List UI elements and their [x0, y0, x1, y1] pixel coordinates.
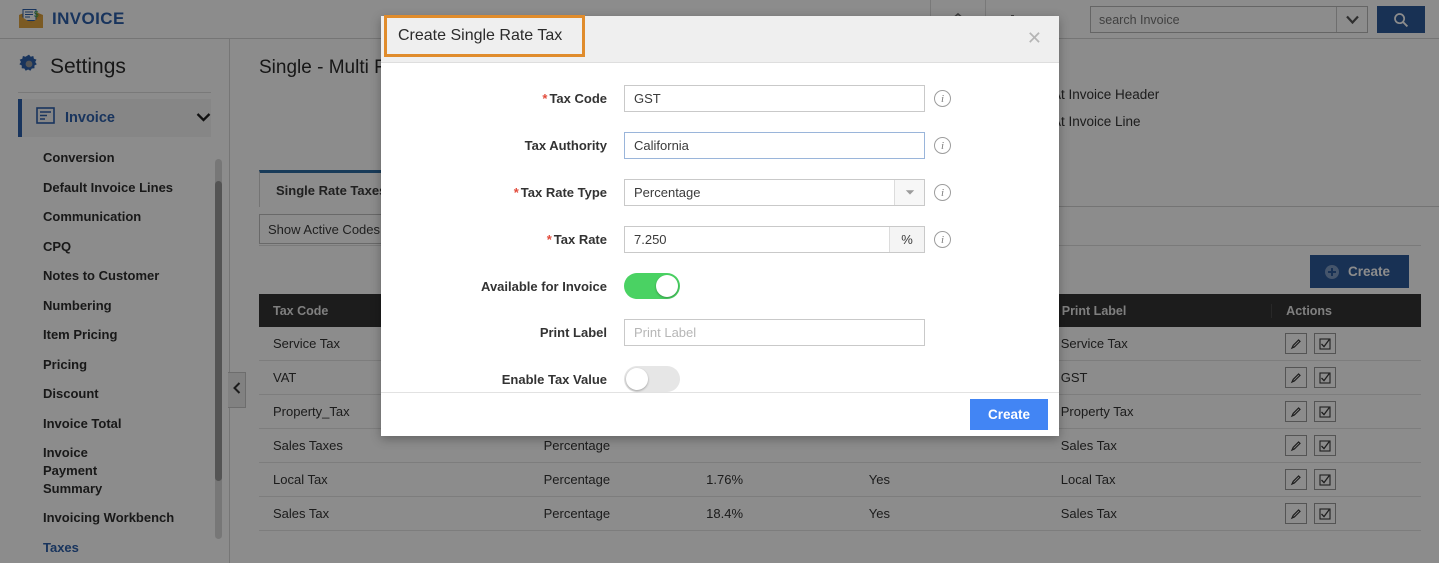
- tax-rate-field: %: [624, 226, 925, 253]
- dialog-footer: Create: [381, 392, 1059, 436]
- caret-down-icon[interactable]: [894, 180, 924, 205]
- label-tax-rate: *Tax Rate: [381, 232, 624, 247]
- label-tax-authority: Tax Authority: [381, 138, 624, 153]
- field-row-enable-tax-value: Enable Tax Value: [381, 366, 1059, 392]
- tax-rate-type-value: Percentage: [625, 185, 894, 200]
- info-icon[interactable]: i: [934, 231, 951, 248]
- field-row-tax-authority: Tax Authority i: [381, 132, 1059, 159]
- dialog-body: *Tax Code i Tax Authority i *Tax Rate Ty…: [381, 63, 1059, 392]
- required-asterisk: *: [542, 91, 547, 106]
- dialog-create-button[interactable]: Create: [970, 399, 1048, 430]
- tax-rate-input[interactable]: [625, 227, 889, 252]
- field-row-tax-rate: *Tax Rate % i: [381, 226, 1059, 253]
- app-root: $ INVOICE: [0, 0, 1439, 563]
- required-asterisk: *: [514, 185, 519, 200]
- tax-authority-input[interactable]: [624, 132, 925, 159]
- tax-code-input[interactable]: [624, 85, 925, 112]
- label-tax-code: *Tax Code: [381, 91, 624, 106]
- enable-tax-value-toggle[interactable]: [624, 366, 680, 392]
- label-available-for-invoice: Available for Invoice: [381, 279, 624, 294]
- toggle-knob: [656, 275, 678, 297]
- create-single-rate-tax-dialog: Create Single Rate Tax ✕ *Tax Code i Tax…: [381, 16, 1059, 436]
- field-row-available-for-invoice: Available for Invoice: [381, 273, 1059, 299]
- field-row-tax-rate-type: *Tax Rate Type Percentage i: [381, 179, 1059, 206]
- close-icon[interactable]: ✕: [1027, 29, 1042, 47]
- info-icon[interactable]: i: [934, 137, 951, 154]
- dialog-header: Create Single Rate Tax ✕: [381, 16, 1059, 63]
- print-label-input[interactable]: [624, 319, 925, 346]
- info-icon[interactable]: i: [934, 184, 951, 201]
- available-for-invoice-toggle[interactable]: [624, 273, 680, 299]
- toggle-knob: [626, 368, 648, 390]
- dialog-title-highlight: Create Single Rate Tax: [384, 15, 585, 57]
- label-tax-rate-type: *Tax Rate Type: [381, 185, 624, 200]
- label-enable-tax-value: Enable Tax Value: [381, 372, 624, 387]
- percent-suffix: %: [889, 227, 924, 252]
- field-row-tax-code: *Tax Code i: [381, 85, 1059, 112]
- required-asterisk: *: [547, 232, 552, 247]
- info-icon[interactable]: i: [934, 90, 951, 107]
- tax-rate-type-select[interactable]: Percentage: [624, 179, 925, 206]
- label-print-label: Print Label: [381, 325, 624, 340]
- dialog-title: Create Single Rate Tax: [398, 27, 562, 44]
- field-row-print-label: Print Label: [381, 319, 1059, 346]
